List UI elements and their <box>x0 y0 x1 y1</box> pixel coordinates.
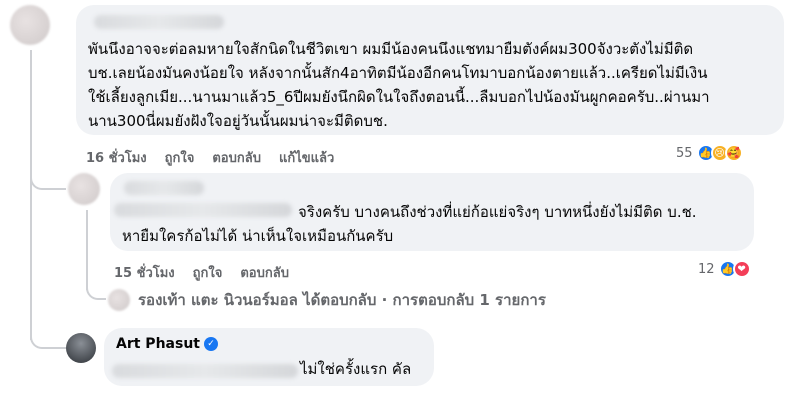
mention-blurred[interactable] <box>112 364 298 378</box>
timestamp[interactable]: 15 ชั่วโมง <box>114 262 175 283</box>
thread-connector-nested <box>86 276 106 300</box>
avatar[interactable] <box>68 173 100 205</box>
avatar <box>108 289 130 311</box>
reaction-count: 55 <box>676 145 693 161</box>
comment-bubble: Art Phasut ✓ ไม่ใช่ครั้งแรก คัล <box>104 328 434 386</box>
avatar[interactable] <box>66 333 96 363</box>
like-button[interactable]: ถูกใจ <box>165 147 195 168</box>
like-button[interactable]: ถูกใจ <box>193 262 223 283</box>
reaction-count: 12 <box>698 261 715 277</box>
avatar[interactable] <box>10 5 50 45</box>
reaction-summary[interactable]: 12 👍 ❤ <box>698 260 751 278</box>
love-reaction-icon: ❤ <box>732 260 751 278</box>
comment-text: จริงครับ บางคนถึงช่วงที่แย่ก้อแย่จริงๆ บ… <box>122 203 697 245</box>
comment-actions: 16 ชั่วโมง ถูกใจ ตอบกลับ แก้ไขแล้ว <box>86 147 334 168</box>
author-name-blurred[interactable] <box>124 181 204 195</box>
replies-summary-text: รองเท้า แตะ นิวนอร์มอล ได้ตอบกลับ · การต… <box>138 291 546 309</box>
view-replies-link[interactable]: รองเท้า แตะ นิวนอร์มอล ได้ตอบกลับ · การต… <box>108 288 546 312</box>
comment-actions: 15 ชั่วโมง ถูกใจ ตอบกลับ <box>114 262 289 283</box>
thread-line <box>30 50 32 340</box>
thread-connector <box>30 325 66 349</box>
author-name-blurred[interactable] <box>94 15 224 29</box>
edited-label[interactable]: แก้ไขแล้ว <box>279 147 334 168</box>
reply-button[interactable]: ตอบกลับ <box>240 262 289 283</box>
verified-badge-icon: ✓ <box>203 337 218 351</box>
reply-button[interactable]: ตอบกลับ <box>212 147 261 168</box>
timestamp[interactable]: 16 ชั่วโมง <box>86 147 147 168</box>
reaction-summary[interactable]: 55 👍 😢 🥰 <box>676 144 743 162</box>
comment-text: พันนึงอาจจะต่อลมหายใจสักนิดในชีวิตเขา ผม… <box>88 40 710 130</box>
comment-text: ไม่ใช่ครั้งแรก คัล <box>300 360 412 378</box>
thread-connector <box>30 160 66 190</box>
author-name[interactable]: Art Phasut ✓ <box>116 336 218 352</box>
comment-bubble: จริงครับ บางคนถึงช่วงที่แย่ก้อแย่จริงๆ บ… <box>110 173 754 251</box>
care-reaction-icon: 🥰 <box>724 144 743 162</box>
comment-bubble: พันนึงอาจจะต่อลมหายใจสักนิดในชีวิตเขา ผม… <box>76 5 784 135</box>
